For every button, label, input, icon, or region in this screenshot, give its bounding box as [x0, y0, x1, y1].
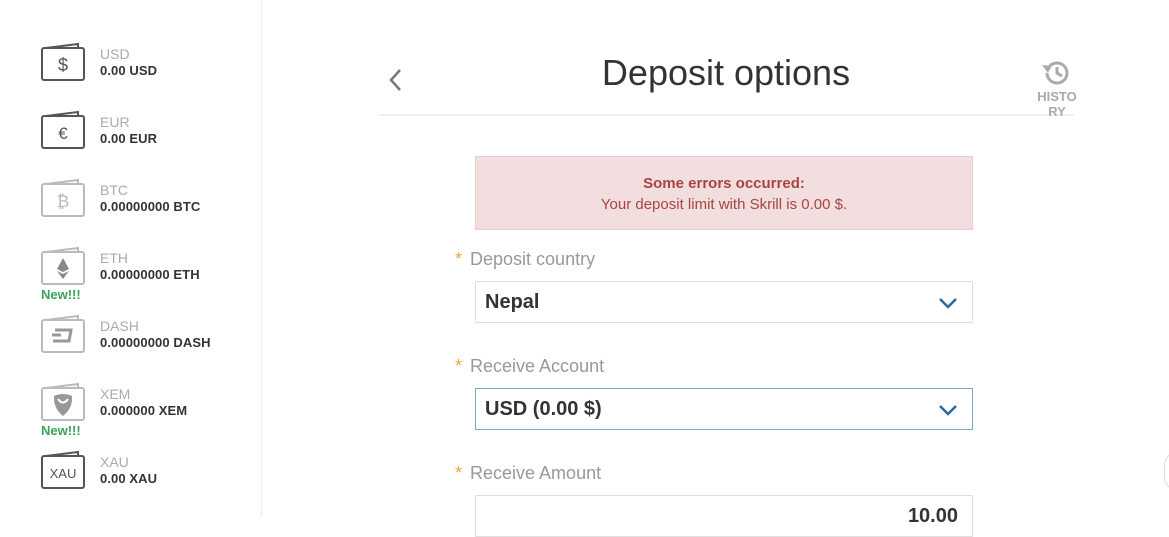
bitcoin-wallet-icon: ₿: [40, 178, 88, 218]
wallet-code: XAU: [100, 454, 129, 470]
wallet-code: USD: [100, 46, 130, 62]
dollar-wallet-icon: $: [40, 42, 88, 82]
wallet-code: DASH: [100, 318, 139, 334]
history-button[interactable]: HISTORY: [1036, 58, 1078, 122]
receive-account-label: * Receive Account: [455, 356, 604, 377]
history-icon: [1042, 61, 1069, 85]
wallet-code: XEM: [100, 386, 131, 402]
svg-text:$: $: [58, 55, 68, 75]
euro-wallet-icon: €: [40, 110, 88, 150]
wallet-balance: 0.000000 XEM: [100, 403, 188, 418]
wallet-balance: 0.00 EUR: [100, 131, 158, 146]
receive-amount-label-text: Receive Amount: [470, 463, 602, 483]
nem-wallet-icon: [40, 382, 88, 422]
receive-account-value: USD (0.00 $): [485, 398, 602, 420]
new-badge: New!!!: [41, 287, 81, 302]
title-divider: [378, 114, 1074, 116]
chevron-down-icon: [939, 405, 957, 416]
wallet-balance: 0.00000000 BTC: [100, 199, 201, 214]
error-alert-title: Some errors occurred:: [643, 175, 805, 192]
required-mark: *: [455, 249, 463, 269]
svg-text:€: €: [58, 124, 68, 143]
wallet-item-xem[interactable]: XEM 0.000000 XEM New!!!: [40, 382, 255, 442]
deposit-country-label: * Deposit country: [455, 249, 595, 270]
wallet-sidebar: $ USD 0.00 USD € EUR 0.00 EUR ₿ BTC 0.00…: [0, 0, 262, 517]
deposit-country-label-text: Deposit country: [470, 249, 596, 269]
chat-widget-edge[interactable]: [1164, 450, 1169, 492]
svg-text:₿: ₿: [57, 192, 70, 211]
wallet-item-eth[interactable]: ETH 0.00000000 ETH New!!!: [40, 246, 255, 306]
wallet-balance: 0.00 USD: [100, 63, 158, 78]
history-label: HISTORY: [1037, 89, 1077, 119]
new-badge: New!!!: [41, 423, 81, 438]
wallet-item-btc[interactable]: ₿ BTC 0.00000000 BTC: [40, 178, 255, 238]
receive-amount-label: * Receive Amount: [455, 463, 601, 484]
page-title: Deposit options: [601, 52, 851, 93]
receive-amount-input[interactable]: 10.00: [475, 495, 973, 537]
required-mark: *: [455, 356, 463, 376]
receive-account-select[interactable]: USD (0.00 $): [475, 388, 973, 430]
wallet-item-usd[interactable]: $ USD 0.00 USD: [40, 42, 255, 102]
wallet-item-dash[interactable]: DASH 0.00000000 DASH: [40, 314, 255, 374]
wallet-balance: 0.00000000 DASH: [100, 335, 211, 350]
wallet-code: EUR: [100, 114, 130, 130]
error-alert-message: Your deposit limit with Skrill is 0.00 $…: [600, 196, 848, 213]
wallet-item-eur[interactable]: € EUR 0.00 EUR: [40, 110, 255, 170]
xau-icon-text: XAU: [50, 466, 77, 481]
required-mark: *: [455, 463, 463, 483]
receive-account-label-text: Receive Account: [470, 356, 605, 376]
gold-wallet-icon: XAU: [40, 450, 88, 490]
wallet-balance: 0.00 XAU: [100, 471, 158, 486]
error-alert: Some errors occurred: Your deposit limit…: [475, 156, 973, 230]
chevron-down-icon: [939, 298, 957, 309]
wallet-code: BTC: [100, 182, 128, 198]
wallet-balance: 0.00000000 ETH: [100, 267, 200, 282]
wallet-code: ETH: [100, 250, 128, 266]
dash-wallet-icon: [40, 314, 88, 354]
deposit-country-value: Nepal: [485, 291, 540, 313]
wallet-item-xau[interactable]: XAU XAU 0.00 XAU: [40, 450, 255, 510]
deposit-country-select[interactable]: Nepal: [475, 281, 973, 323]
ethereum-wallet-icon: [40, 246, 88, 286]
